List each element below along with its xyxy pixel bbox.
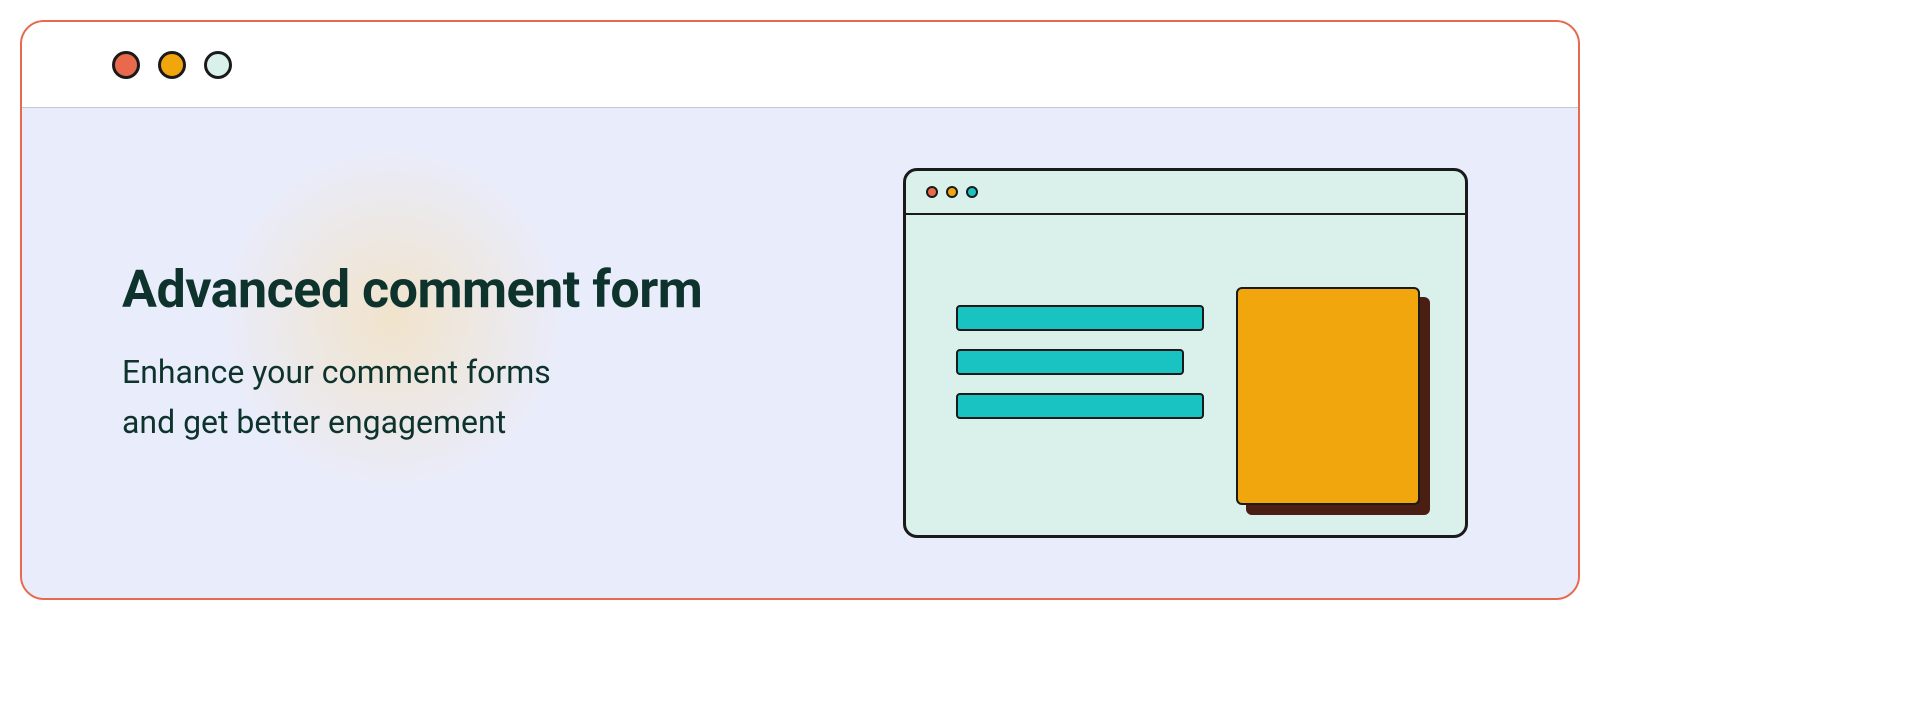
text-line-icon xyxy=(956,393,1204,419)
minimize-icon[interactable] xyxy=(158,51,186,79)
mini-window-icon xyxy=(903,168,1468,538)
hero-text: Advanced comment form Enhance your comme… xyxy=(122,259,903,447)
text-line-icon xyxy=(956,305,1204,331)
maximize-icon[interactable] xyxy=(204,51,232,79)
mini-body xyxy=(906,215,1465,535)
hero-illustration xyxy=(903,168,1468,538)
subheading-line-1: Enhance your comment forms xyxy=(122,353,551,391)
subheading-line-2: and get better engagement xyxy=(122,403,506,441)
window-frame: Advanced comment form Enhance your comme… xyxy=(20,20,1580,600)
mini-title-bar xyxy=(906,171,1465,215)
page-subheading: Enhance your comment forms and get bette… xyxy=(122,348,903,447)
page-heading: Advanced comment form xyxy=(122,259,903,320)
content-area: Advanced comment form Enhance your comme… xyxy=(22,108,1578,598)
mini-close-icon xyxy=(926,186,938,198)
close-icon[interactable] xyxy=(112,51,140,79)
text-line-icon xyxy=(956,349,1184,375)
card-icon xyxy=(1236,287,1420,505)
mini-minimize-icon xyxy=(946,186,958,198)
title-bar xyxy=(22,22,1578,108)
mini-maximize-icon xyxy=(966,186,978,198)
